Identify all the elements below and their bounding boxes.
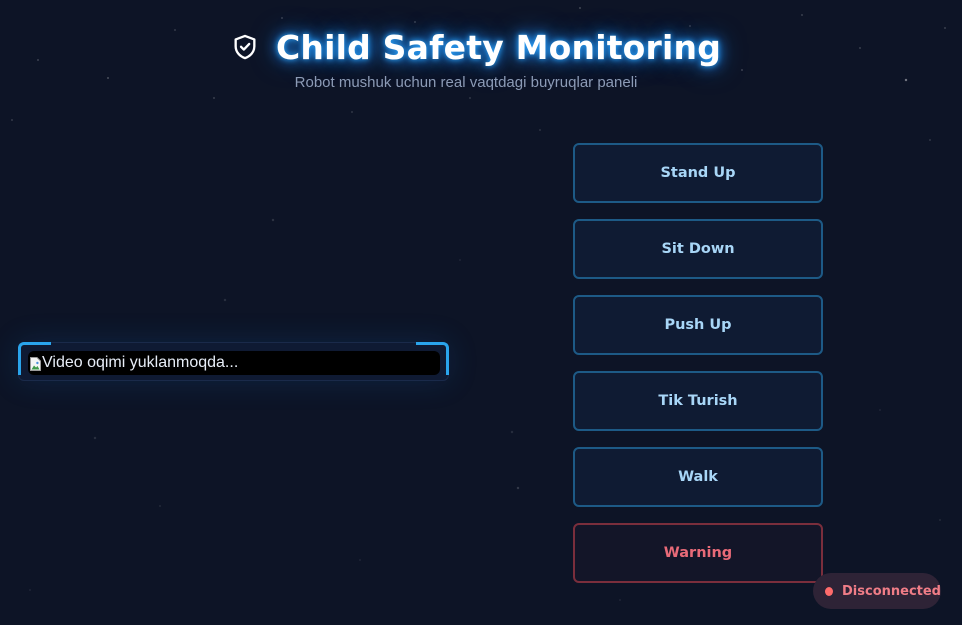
tik-turish-button[interactable]: Tik Turish: [573, 371, 823, 431]
sit-down-button[interactable]: Sit Down: [573, 219, 823, 279]
command-panel: Stand Up Sit Down Push Up Tik Turish Wal…: [573, 143, 823, 599]
page-header: Child Safety Monitoring Robot mushuk uch…: [0, 20, 962, 100]
broken-image-icon: [30, 356, 41, 371]
walk-button[interactable]: Walk: [573, 447, 823, 507]
page-title: Child Safety Monitoring: [276, 27, 722, 67]
warning-button[interactable]: Warning: [573, 523, 823, 583]
video-loading-text: Video oqimi yuklanmoqda...: [42, 354, 239, 371]
shield-check-icon: [230, 32, 260, 62]
video-stream-panel: Video oqimi yuklanmoqda...: [18, 342, 449, 381]
status-dot-icon: [825, 586, 833, 596]
video-stream: Video oqimi yuklanmoqda...: [28, 351, 440, 375]
page-subtitle: Robot mushuk uchun real vaqtdagi buyruql…: [294, 74, 638, 91]
connection-status-badge: Disconnected: [813, 573, 941, 609]
connection-status-text: Disconnected: [842, 583, 941, 599]
push-up-button[interactable]: Push Up: [573, 295, 823, 355]
stand-up-button[interactable]: Stand Up: [573, 143, 823, 203]
title-row: Child Safety Monitoring: [230, 24, 721, 70]
